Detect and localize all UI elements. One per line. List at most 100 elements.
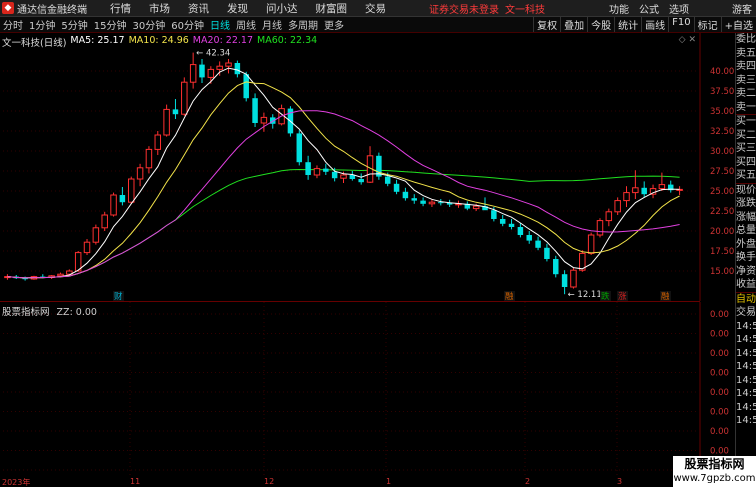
tab-5min[interactable]: 5分钟 — [58, 17, 90, 32]
tab-1min[interactable]: 1分钟 — [26, 17, 58, 32]
indicator-value: ZZ: 0.00 — [56, 307, 97, 318]
candle-body-up — [181, 81, 188, 115]
indicator-tick-label: 0.00 — [710, 408, 729, 418]
panel-sell1: 卖一 — [736, 101, 756, 113]
watermark-url: www.7gpzb.com — [673, 473, 756, 484]
date-label-feb: 2 — [525, 477, 531, 486]
candle-body-down — [243, 74, 249, 99]
ma5-value: MA5: 25.17 — [70, 35, 125, 46]
indicator-tick-label: 0.00 — [710, 310, 729, 320]
right-menu: 功能 公式 选项 — [604, 1, 694, 16]
price-tick-label: 25.00 — [710, 187, 734, 197]
menu-assistant[interactable]: 问小达 — [257, 1, 307, 16]
candle-body-up — [632, 187, 639, 194]
candle-body-down — [305, 162, 311, 175]
tab-weekly[interactable]: 周线 — [233, 17, 259, 32]
tab-multi-period[interactable]: 多周期 — [285, 17, 321, 32]
candle-body-down — [402, 191, 409, 199]
price-tick-label: 17.50 — [710, 247, 734, 257]
title-bar: ◆ 通达信金融终端 行情 市场 资讯 发现 问小达 财富圈 交易 证券交易未登录… — [0, 0, 756, 17]
candle-body-down — [561, 274, 568, 287]
candle-body-down — [172, 109, 179, 115]
menu-trade[interactable]: 交易 — [356, 1, 395, 16]
candle-body-down — [323, 168, 329, 172]
indicator-tick-label: 0.00 — [710, 427, 729, 437]
tool-add-watchlist[interactable]: +自选 — [720, 17, 756, 32]
price-tick-label: 22.50 — [710, 207, 734, 217]
indicator-tick-label: 0.00 — [710, 349, 729, 359]
candle-body-up — [189, 64, 197, 83]
panel-tick-8: 14:5 — [736, 415, 756, 426]
quote-panel: 委比 卖五 卖四 卖三 卖二 卖一 买一 买二 买三 买四 买五 现价 涨跌 涨… — [735, 33, 756, 487]
candle-body-down — [199, 64, 205, 78]
user-label[interactable]: 游客 — [732, 1, 752, 16]
tool-f10[interactable]: F10 — [668, 17, 693, 32]
panel-tick-4: 14:5 — [736, 361, 756, 372]
tab-intraday[interactable]: 分时 — [0, 17, 26, 32]
panel-volume: 总量 — [736, 225, 756, 236]
tool-mark[interactable]: 标记 — [693, 17, 721, 32]
main-kline-chart[interactable]: 15.00 17.50 20.00 22.50 25.00 27.50 30.00 32.50… — [0, 33, 734, 302]
kline-svg[interactable]: 15.00 17.50 20.00 22.50 25.00 27.50 30.00 32.50… — [0, 33, 735, 302]
panel-price: 现价 — [736, 184, 756, 196]
price-tick-label: 40.00 — [710, 67, 734, 77]
tab-monthly[interactable]: 月线 — [259, 17, 285, 32]
candle-body-down — [526, 235, 532, 241]
candle-body-up — [260, 116, 268, 124]
candle-body-up — [154, 134, 162, 150]
tool-stats[interactable]: 统计 — [614, 17, 641, 32]
panel-tick-6: 14:5 — [736, 388, 756, 399]
menu-market[interactable]: 市场 — [140, 1, 179, 16]
candle-body-down — [491, 210, 497, 219]
candle-body-down — [499, 219, 506, 224]
menu-functions[interactable]: 功能 — [604, 1, 634, 16]
panel-tick-1: 14:5 — [736, 320, 756, 332]
menu-formula[interactable]: 公式 — [634, 1, 664, 16]
price-tick-label: 15.00 — [710, 267, 734, 277]
panel-auto[interactable]: 自动 — [736, 293, 756, 307]
candle-body-up — [83, 241, 91, 254]
candle-body-down — [508, 223, 515, 227]
candle-body-down — [252, 98, 258, 123]
tool-adjust[interactable]: 复权 — [533, 17, 560, 32]
menu-quotes[interactable]: 行情 — [101, 1, 140, 16]
panel-sell2: 卖二 — [736, 88, 756, 99]
date-label-nov: 11 — [130, 477, 141, 486]
panel-tick-2: 14:5 — [736, 334, 756, 345]
candle-body-down — [544, 247, 550, 259]
panel-tick-3: 14:5 — [736, 347, 756, 359]
candle-body-up — [216, 65, 223, 70]
candle-body-up — [127, 178, 135, 203]
panel-buy3: 买三 — [736, 143, 756, 154]
tab-60min[interactable]: 60分钟 — [168, 17, 207, 32]
menu-options[interactable]: 选项 — [664, 1, 694, 16]
candle-body-down — [393, 183, 400, 192]
chart-settings-icon[interactable]: ◇ ✕ — [679, 35, 696, 45]
tab-more[interactable]: 更多 — [321, 17, 347, 32]
indicator-chart[interactable]: 0.000.000.000.000.000.000.000.000.00 股票指… — [0, 301, 729, 478]
indicator-legend: 股票指标网 ZZ: 0.00 — [2, 304, 97, 318]
indicator-tick-label: 0.00 — [710, 369, 729, 379]
ma-legend: 文一科技(日线) MA5: 25.17 MA10: 24.96 MA20: 22… — [2, 35, 317, 49]
menu-news[interactable]: 资讯 — [179, 1, 218, 16]
candle-body-up — [92, 227, 100, 243]
tab-15min[interactable]: 15分钟 — [91, 17, 130, 32]
candle-body-up — [614, 200, 621, 213]
price-tick-label: 27.50 — [710, 167, 734, 177]
login-notice[interactable]: 证券交易未登录 — [429, 1, 499, 16]
candle-body-down — [641, 187, 647, 195]
menu-wealth-circle[interactable]: 财富圈 — [307, 1, 357, 16]
candle-body-up — [207, 68, 215, 78]
tab-30min[interactable]: 30分钟 — [129, 17, 168, 32]
menu-discover[interactable]: 发现 — [218, 1, 257, 16]
indicator-tick-label: 0.00 — [710, 330, 729, 340]
chart-tools: 复权 叠加 今股 统计 画线 F10 标记 +自选 — [533, 17, 756, 32]
tab-daily[interactable]: 日线 — [207, 17, 233, 32]
tool-overlay[interactable]: 叠加 — [560, 17, 587, 32]
panel-outer: 外盘 — [736, 238, 756, 250]
panel-buy1: 买一 — [736, 116, 756, 127]
tool-draw[interactable]: 画线 — [641, 17, 668, 32]
high-price-annotation: ← 42.34 — [196, 49, 230, 59]
price-tick-label: 32.50 — [710, 127, 734, 137]
tool-today[interactable]: 今股 — [587, 17, 614, 32]
